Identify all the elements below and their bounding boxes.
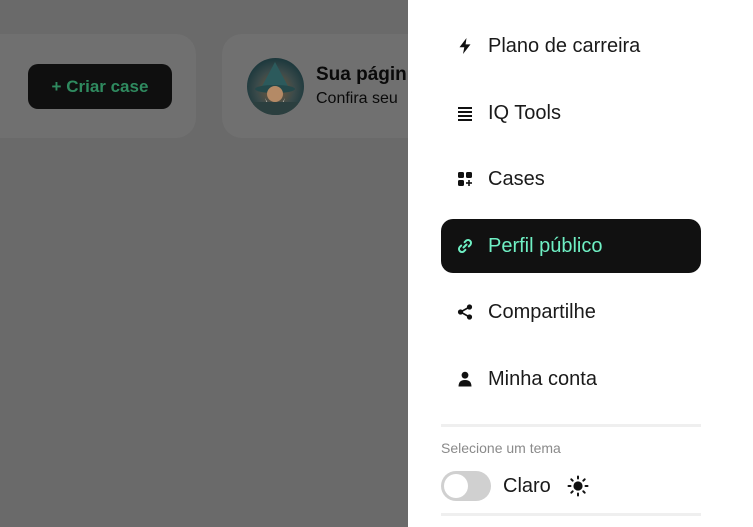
- sun-icon: [567, 475, 589, 497]
- menu-item-iq-tools[interactable]: IQ Tools: [441, 86, 701, 140]
- theme-current-label: Claro: [503, 475, 551, 497]
- grid-plus-icon: [456, 170, 474, 188]
- create-case-card: + Criar case: [0, 34, 196, 138]
- side-drawer: Plano de carreira IQ Tools Cases Perfil …: [408, 0, 753, 527]
- menu-item-cases[interactable]: Cases: [441, 152, 701, 206]
- menu-item-compartilhe[interactable]: Compartilhe: [441, 285, 701, 339]
- toggle-knob: [444, 474, 468, 498]
- menu-item-label: Minha conta: [488, 367, 597, 390]
- menu-item-label: Compartilhe: [488, 300, 596, 323]
- list-icon: [456, 104, 474, 122]
- theme-section-label: Selecione um tema: [441, 440, 561, 456]
- menu-item-perfil-publico[interactable]: Perfil público: [441, 219, 701, 273]
- person-icon: [456, 370, 474, 388]
- card-subtitle: Confira seu: [316, 90, 398, 107]
- menu-item-plano-de-carreira[interactable]: Plano de carreira: [441, 19, 701, 73]
- lightning-icon: [456, 37, 474, 55]
- divider: [441, 424, 701, 427]
- divider: [441, 513, 701, 516]
- create-case-button[interactable]: + Criar case: [28, 64, 172, 109]
- link-icon: [456, 237, 474, 255]
- theme-toggle[interactable]: [441, 471, 491, 501]
- menu-item-label: Plano de carreira: [488, 34, 641, 57]
- menu-item-label: Cases: [488, 167, 545, 190]
- menu-item-label: IQ Tools: [488, 101, 561, 124]
- share-icon: [456, 303, 474, 321]
- page: + Criar case Sua págin Confira seu Plano…: [0, 0, 753, 527]
- menu-item-minha-conta[interactable]: Minha conta: [441, 352, 701, 406]
- card-title: Sua págin: [316, 64, 407, 85]
- menu-item-label: Perfil público: [488, 234, 603, 257]
- avatar: [247, 58, 304, 115]
